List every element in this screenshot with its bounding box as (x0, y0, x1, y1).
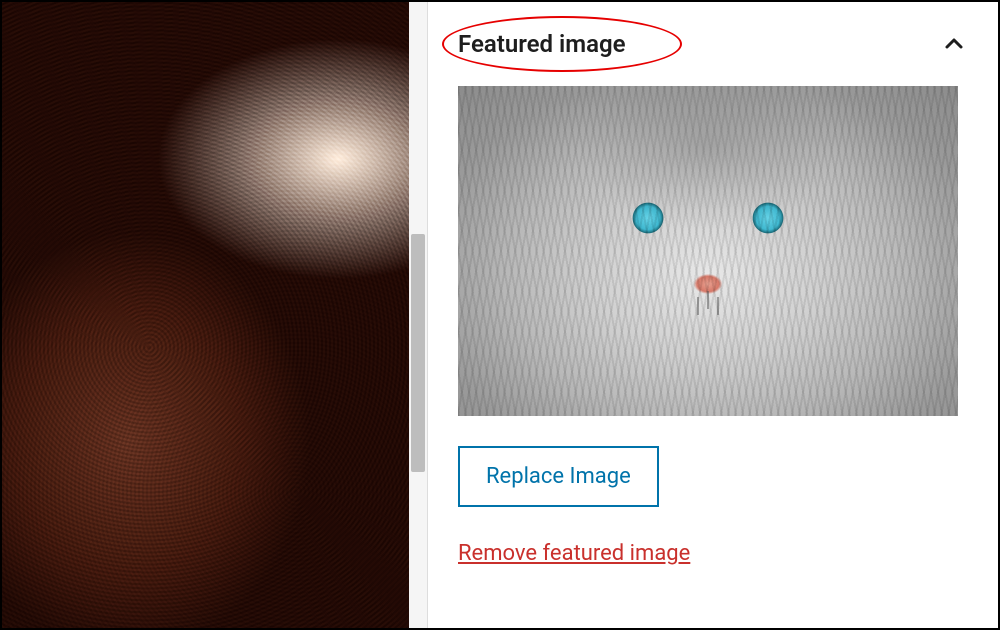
editor-scrollbar-thumb[interactable] (411, 234, 425, 472)
featured-image-panel-header[interactable]: Featured image (428, 2, 998, 76)
replace-image-button[interactable]: Replace Image (458, 446, 659, 507)
chevron-up-icon[interactable] (940, 30, 968, 58)
remove-featured-image-link[interactable]: Remove featured image (458, 541, 690, 566)
post-block-image[interactable] (2, 2, 422, 628)
editor-scrollbar-track (409, 2, 427, 628)
featured-image-panel-body: Replace Image Remove featured image (428, 76, 998, 566)
editor-canvas (2, 2, 427, 628)
settings-sidebar: Featured image Replace Image Remove feat… (427, 2, 998, 628)
featured-image-panel-title: Featured image (458, 30, 626, 58)
featured-image-thumbnail[interactable] (458, 86, 958, 416)
